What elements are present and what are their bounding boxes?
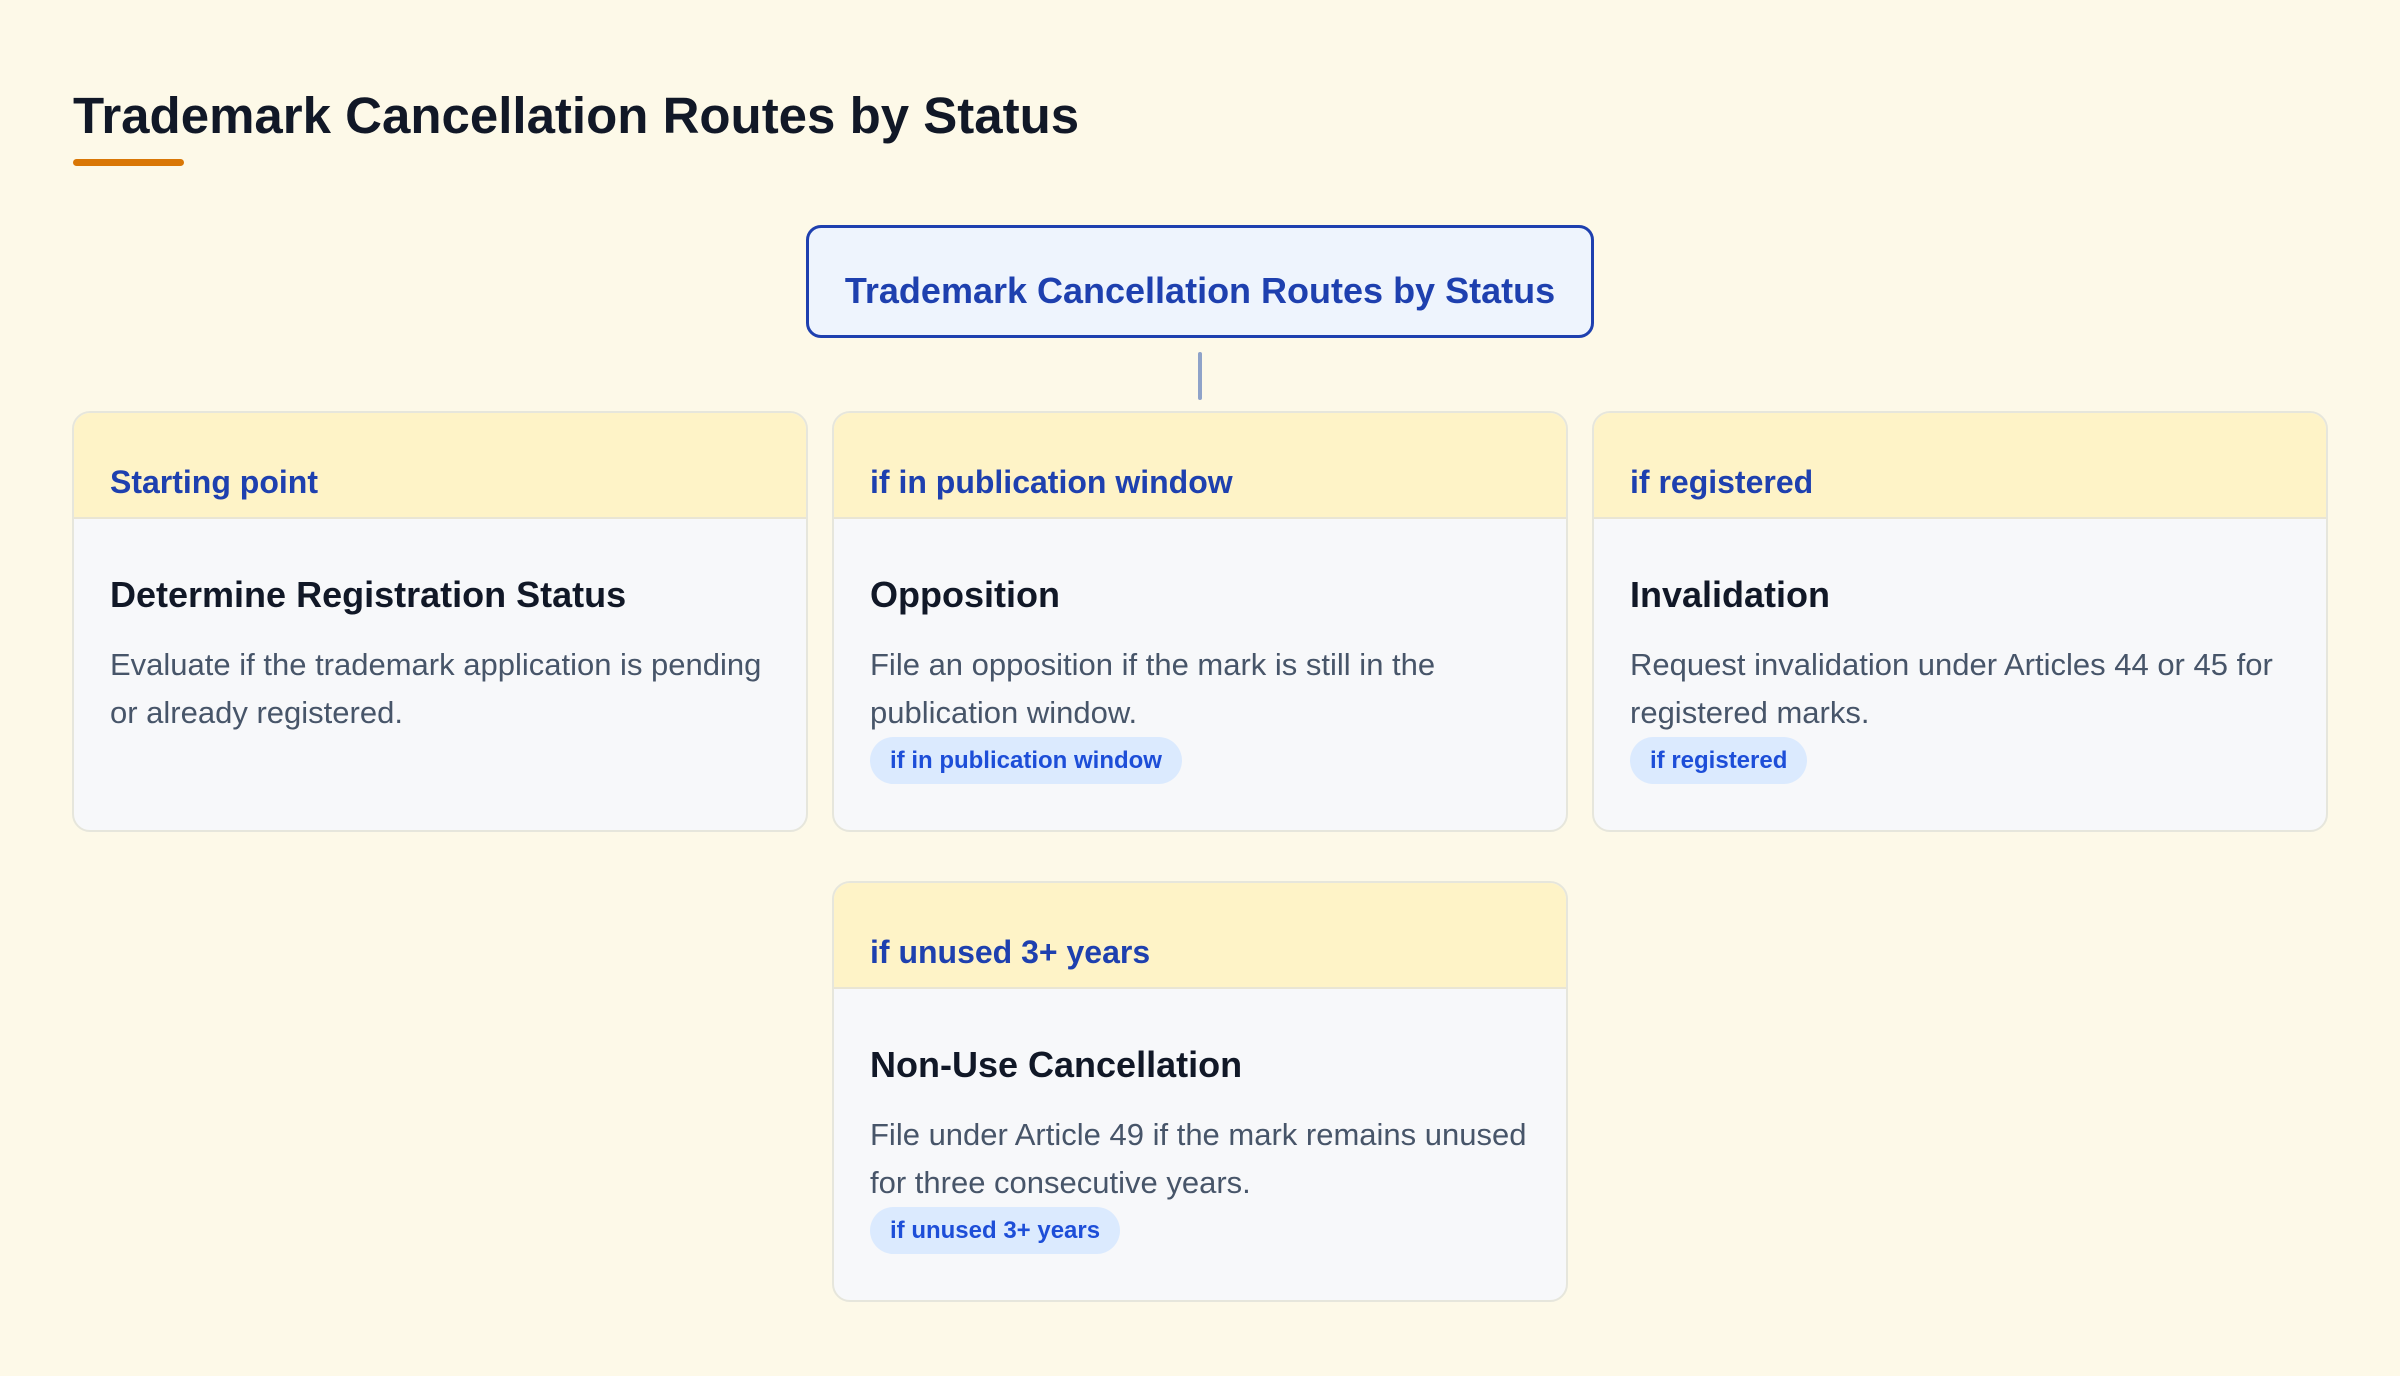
route-card-determine-status: Starting point Determine Registration St… — [72, 411, 808, 832]
card-title: Opposition — [870, 574, 1060, 615]
page-title: Trademark Cancellation Routes by Status — [73, 87, 1080, 144]
card-header: if unused 3+ years — [834, 883, 1566, 989]
route-card-invalidation: if registered Invalidation Request inval… — [1592, 411, 2328, 832]
card-body: Opposition File an opposition if the mar… — [834, 519, 1566, 784]
card-description: File an opposition if the mark is still … — [870, 647, 1436, 730]
root-node: Trademark Cancellation Routes by Status — [806, 225, 1594, 338]
condition-badge: if unused 3+ years — [870, 1207, 1121, 1254]
title-underline — [73, 159, 184, 166]
card-title: Determine Registration Status — [110, 574, 627, 615]
card-description: Evaluate if the trademark application is… — [110, 647, 762, 730]
root-node-label: Trademark Cancellation Routes by Status — [844, 269, 1556, 311]
root-connector-line — [1198, 352, 1202, 400]
card-header: Starting point — [74, 413, 806, 519]
condition-badge: if registered — [1630, 737, 1808, 784]
diagram-page: Trademark Cancellation Routes by Status … — [0, 0, 2400, 1376]
card-header-label: if in publication window — [870, 464, 1233, 500]
card-title: Invalidation — [1630, 574, 1831, 615]
card-header-label: if unused 3+ years — [870, 934, 1151, 970]
card-body: Non-Use Cancellation File under Article … — [834, 989, 1566, 1254]
card-title: Non-Use Cancellation — [870, 1044, 1243, 1085]
card-header: if in publication window — [834, 413, 1566, 519]
route-card-non-use-cancellation: if unused 3+ years Non-Use Cancellation … — [832, 881, 1568, 1302]
card-header-label: Starting point — [110, 464, 318, 500]
card-header: if registered — [1594, 413, 2326, 519]
card-header-label: if registered — [1630, 464, 1814, 500]
route-card-opposition: if in publication window Opposition File… — [832, 411, 1568, 832]
card-description: Request invalidation under Articles 44 o… — [1630, 647, 2273, 730]
condition-badge: if in publication window — [870, 737, 1182, 784]
card-body: Determine Registration Status Evaluate i… — [74, 519, 806, 737]
card-body: Invalidation Request invalidation under … — [1594, 519, 2326, 784]
card-description: File under Article 49 if the mark remain… — [870, 1117, 1527, 1200]
